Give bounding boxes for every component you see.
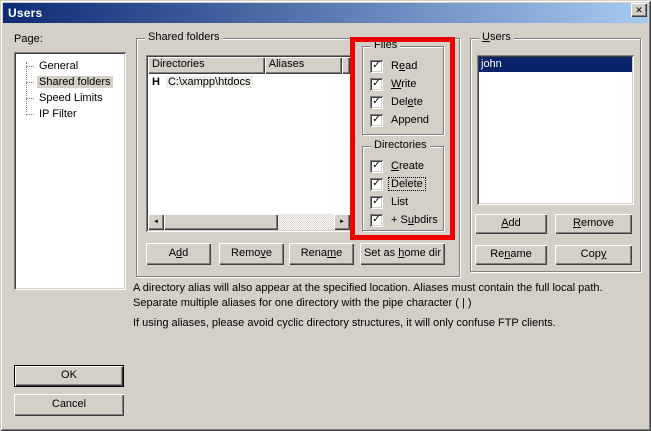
- users-dialog: Users ✕ Page: General Shared folders Spe…: [0, 0, 651, 431]
- tree-item-shared-folders[interactable]: Shared folders: [16, 74, 124, 90]
- checkbox-icon: ✓: [370, 196, 383, 209]
- home-flag: H: [152, 76, 160, 88]
- checkbox-icon: ✓: [370, 114, 383, 127]
- files-group: Files ✓ Read ✓ Write ✓ Delete ✓ Append: [362, 46, 444, 135]
- directory-path: C:\xampp\htdocs: [166, 76, 253, 88]
- tree-item-ip-filter[interactable]: IP Filter: [16, 106, 124, 122]
- rename-directory-button[interactable]: Rename: [289, 243, 354, 265]
- directories-group: Directories ✓ Create ✓ Delete ✓ List ✓ +…: [362, 146, 444, 231]
- checkbox-files-read[interactable]: ✓ Read: [370, 59, 419, 73]
- rename-user-button[interactable]: Rename: [475, 245, 547, 265]
- shared-folders-group-label: Shared folders: [145, 31, 223, 43]
- column-header-directories[interactable]: Directories: [148, 57, 265, 74]
- checkbox-icon: ✓: [370, 60, 383, 73]
- alias-note: A directory alias will also appear at th…: [133, 281, 640, 311]
- column-header-blank: [342, 57, 350, 74]
- checkbox-dirs-list[interactable]: ✓ List: [370, 195, 410, 209]
- tree-stub: [26, 66, 34, 67]
- tree-stub: [26, 114, 34, 115]
- copy-user-button[interactable]: Copy: [555, 245, 632, 265]
- set-as-home-dir-button[interactable]: Set as home dir: [360, 243, 445, 265]
- scroll-right-icon[interactable]: ►: [334, 214, 350, 230]
- add-directory-button[interactable]: Add: [146, 243, 211, 265]
- checkbox-icon: ✓: [370, 214, 383, 227]
- directories-list: Directories Aliases H C:\xampp\htdocs ◄ …: [146, 55, 352, 232]
- checkbox-icon: ✓: [370, 178, 383, 191]
- directory-row[interactable]: H C:\xampp\htdocs: [148, 74, 350, 90]
- add-user-button[interactable]: Add: [475, 214, 547, 234]
- remove-directory-button[interactable]: Remove: [219, 243, 284, 265]
- files-group-label: Files: [371, 39, 400, 51]
- title-bar[interactable]: Users: [3, 3, 648, 23]
- users-group-label: Users: [479, 31, 514, 43]
- cancel-button[interactable]: Cancel: [14, 394, 124, 416]
- cyclic-note: If using aliases, please avoid cyclic di…: [133, 316, 640, 331]
- tree-stub: [26, 82, 34, 83]
- checkbox-dirs-subdirs[interactable]: ✓ + Subdirs: [370, 213, 440, 227]
- page-tree: General Shared folders Speed Limits IP F…: [14, 52, 126, 290]
- tree-item-general[interactable]: General: [16, 58, 124, 74]
- column-header-aliases[interactable]: Aliases: [265, 57, 342, 74]
- horizontal-scrollbar[interactable]: ◄ ►: [148, 214, 350, 230]
- directories-group-label: Directories: [371, 139, 430, 151]
- checkbox-dirs-create[interactable]: ✓ Create: [370, 159, 426, 173]
- page-label: Page:: [14, 33, 43, 45]
- window-title: Users: [8, 6, 42, 20]
- remove-user-button[interactable]: Remove: [555, 214, 632, 234]
- tree-stub: [26, 98, 34, 99]
- directories-list-header: Directories Aliases: [148, 57, 350, 74]
- checkbox-icon: ✓: [370, 78, 383, 91]
- scrollbar-thumb[interactable]: [164, 214, 278, 230]
- notes: A directory alias will also appear at th…: [133, 281, 640, 331]
- checkbox-files-delete[interactable]: ✓ Delete: [370, 95, 425, 109]
- checkbox-icon: ✓: [370, 160, 383, 173]
- ok-button[interactable]: OK: [14, 365, 124, 387]
- checkbox-files-append[interactable]: ✓ Append: [370, 113, 431, 127]
- user-row-john[interactable]: john: [479, 57, 632, 72]
- tree-item-speed-limits[interactable]: Speed Limits: [16, 90, 124, 106]
- checkbox-files-write[interactable]: ✓ Write: [370, 77, 418, 91]
- users-list: john: [477, 55, 634, 205]
- checkbox-dirs-delete[interactable]: ✓ Delete: [370, 177, 425, 191]
- scroll-left-icon[interactable]: ◄: [148, 214, 164, 230]
- checkbox-icon: ✓: [370, 96, 383, 109]
- close-icon[interactable]: ✕: [631, 3, 647, 17]
